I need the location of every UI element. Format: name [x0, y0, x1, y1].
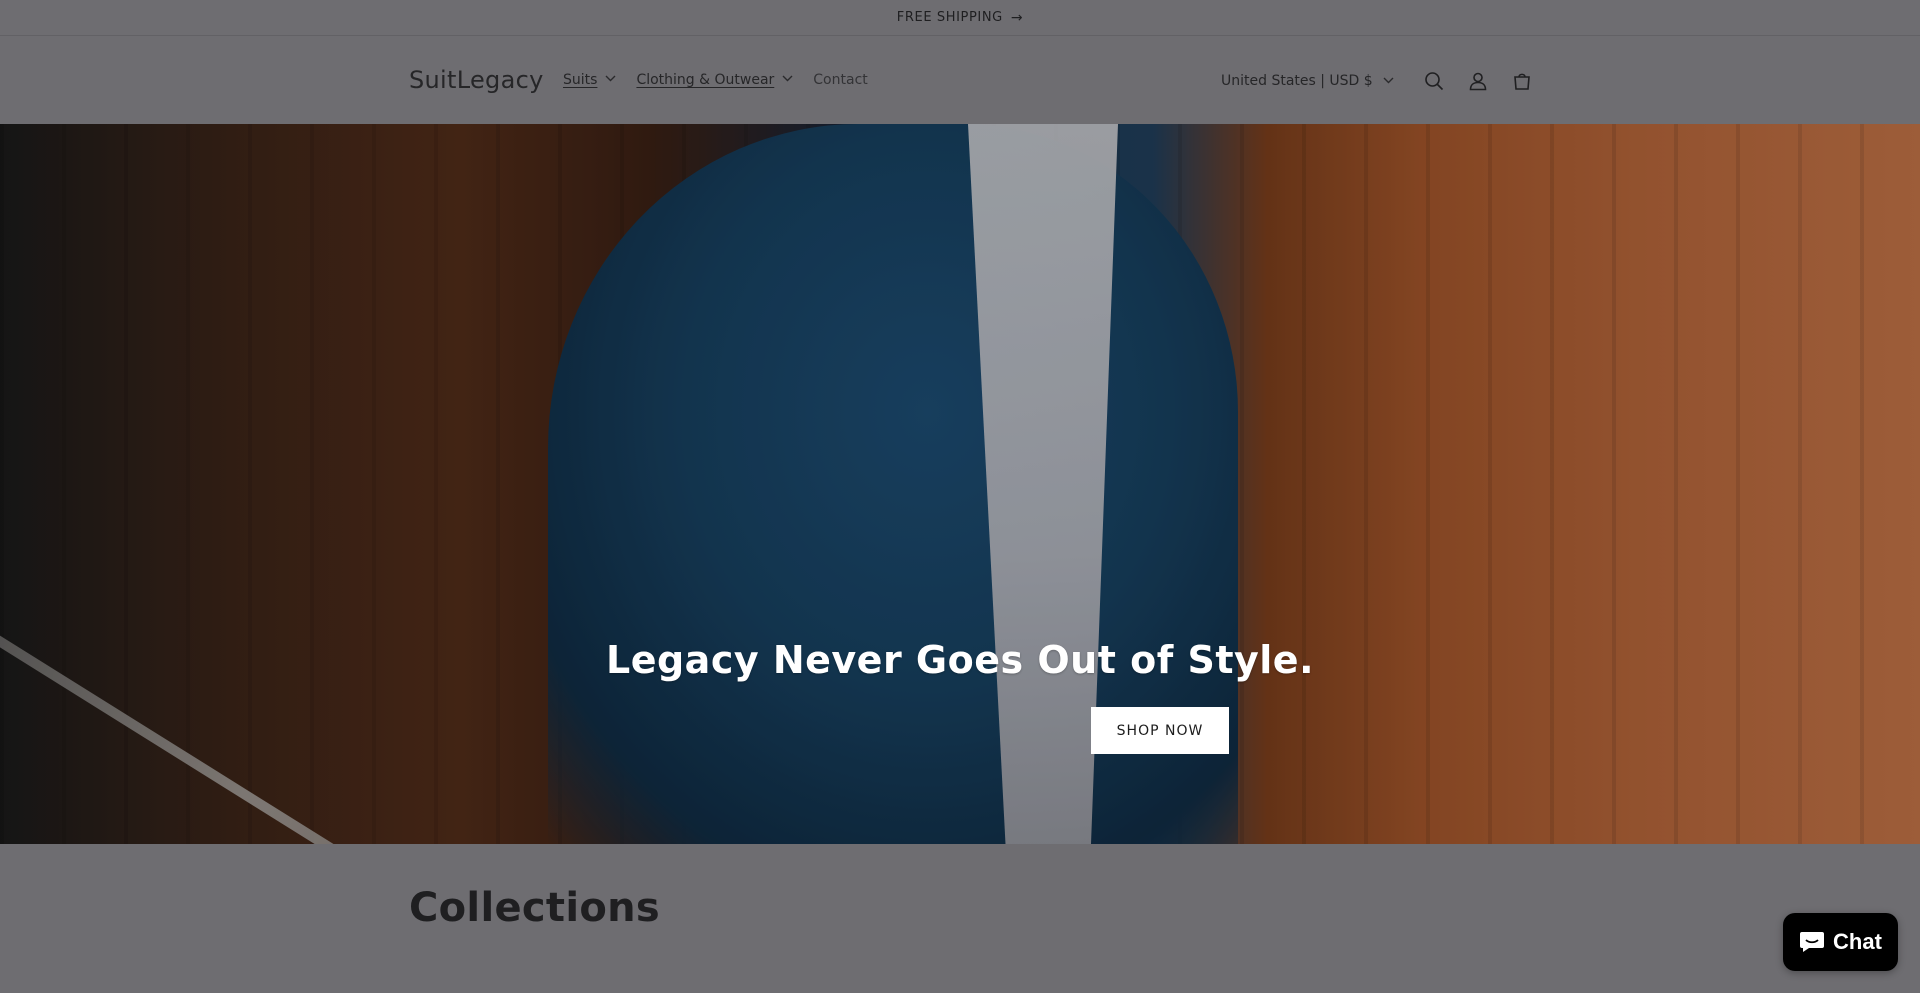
hero-overlay: [0, 124, 1920, 844]
chat-button-label: Chat: [1833, 929, 1882, 954]
chevron-down-icon: [1383, 76, 1394, 87]
account-button[interactable]: [1456, 64, 1500, 98]
nav-item-suits[interactable]: Suits: [563, 72, 616, 88]
nav-item-label: Suits: [563, 72, 598, 88]
chevron-down-icon: [605, 74, 616, 85]
nav-item-clothing-outwear[interactable]: Clothing & Outwear: [636, 72, 793, 88]
search-icon: [1424, 72, 1443, 91]
announcement-text: FREE SHIPPING: [896, 10, 1003, 25]
shop-now-button[interactable]: SHOP NOW: [1091, 707, 1229, 754]
chat-button[interactable]: Chat: [1783, 913, 1898, 971]
country-selector[interactable]: United States | USD $: [1221, 73, 1394, 89]
nav-item-label: Contact: [813, 72, 868, 88]
arrow-right-icon: →: [1010, 9, 1024, 26]
site-logo[interactable]: SuitLegacy: [409, 66, 544, 94]
chat-bubble-icon: [1800, 932, 1825, 952]
hero-heading: Legacy Never Goes Out of Style.: [605, 638, 1315, 682]
hero-banner: [0, 124, 1920, 844]
main-nav: Suits Clothing & Outwear Contact: [563, 72, 888, 88]
site-header: SuitLegacy Suits Clothing & Outwear Cont…: [0, 36, 1920, 124]
collections-heading: Collections: [409, 885, 660, 931]
announcement-bar[interactable]: FREE SHIPPING →: [0, 0, 1920, 36]
search-button[interactable]: [1412, 64, 1456, 98]
cart-icon: [1513, 73, 1530, 90]
chevron-down-icon: [782, 74, 793, 85]
header-utilities: United States | USD $: [1221, 64, 1544, 98]
nav-item-label: Clothing & Outwear: [636, 72, 775, 88]
nav-item-contact[interactable]: Contact: [813, 72, 867, 88]
country-selector-label: United States | USD $: [1221, 73, 1373, 89]
cart-button[interactable]: [1500, 64, 1544, 98]
account-icon: [1469, 72, 1487, 91]
